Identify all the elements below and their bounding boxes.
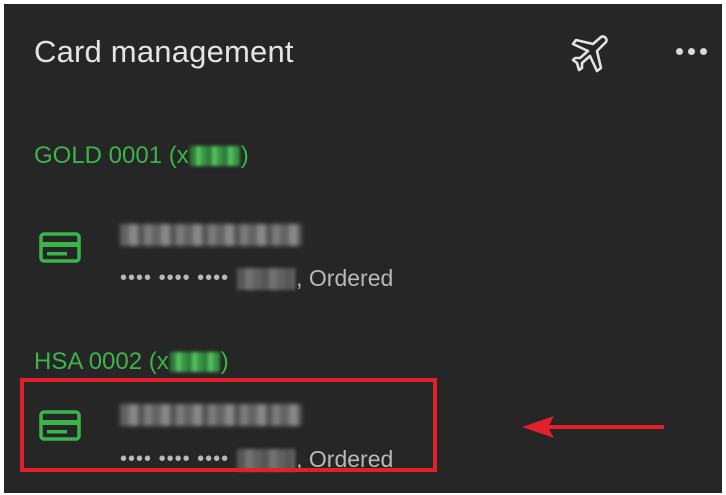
credit-card-icon [39,232,81,263]
redacted-account-number [189,146,240,166]
redacted-last-digits [237,267,296,290]
account-title-gold: GOLD 0001 (x ) [34,142,249,170]
masked-card-digits: •••• •••• •••• [120,267,230,289]
redacted-cardholder-name [120,224,302,246]
airplane-icon[interactable] [570,32,612,74]
page-title: Card management [34,34,294,69]
account-title-prefix: HSA 0002 (x [34,348,169,375]
card-status: , Ordered [296,265,394,291]
more-options-icon[interactable] [672,42,712,64]
account-title-hsa: HSA 0002 (x ) [34,348,229,376]
highlight-annotation-box [20,378,437,472]
account-title-suffix: ) [220,348,229,375]
account-title-prefix: GOLD 0001 (x [34,142,189,169]
redacted-account-number [169,352,220,372]
card-number-line: •••• •••• •••• , Ordered [120,265,393,292]
account-title-suffix: ) [240,142,249,169]
annotation-arrow-icon [522,416,664,438]
